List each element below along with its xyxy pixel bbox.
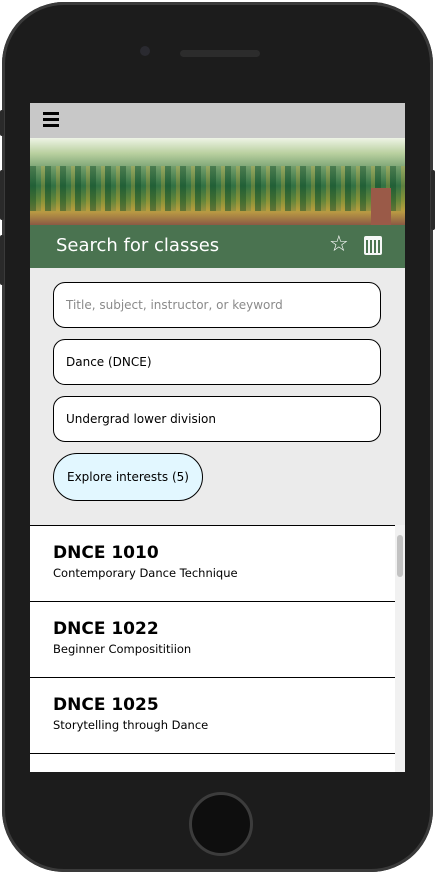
- mute-switch: [0, 110, 4, 136]
- subject-select[interactable]: Dance (DNCE): [53, 339, 381, 385]
- campus-banner-image: [30, 138, 405, 225]
- home-button[interactable]: [189, 792, 253, 856]
- course-title: Contemporary Dance Technique: [53, 566, 238, 580]
- star-icon[interactable]: ☆: [329, 234, 349, 256]
- speaker-grille: [180, 50, 260, 57]
- course-code: DNCE 1025: [53, 695, 159, 715]
- volume-up-button: [0, 170, 4, 220]
- power-button: [431, 170, 435, 230]
- volume-down-button: [0, 235, 4, 285]
- course-code: DNCE 1010: [53, 543, 159, 563]
- course-list: DNCE 1010 Contemporary Dance Technique D…: [30, 525, 395, 772]
- search-filters: Title, subject, instructor, or keyword D…: [30, 268, 405, 525]
- list-item[interactable]: DNCE 1022 Beginner Composititiion: [30, 602, 395, 678]
- explore-interests-button[interactable]: Explore interests (5): [53, 453, 203, 501]
- front-camera: [140, 46, 150, 56]
- course-code: DNCE 1022: [53, 619, 159, 639]
- list-item[interactable]: DNCE 1010 Contemporary Dance Technique: [30, 526, 395, 602]
- course-title: Storytelling through Dance: [53, 718, 209, 732]
- scrollbar-thumb[interactable]: [397, 535, 403, 577]
- search-input[interactable]: Title, subject, instructor, or keyword: [53, 282, 381, 328]
- top-bar: [30, 103, 405, 138]
- building: [371, 188, 391, 225]
- list-item[interactable]: DNCE 1025 Storytelling through Dance: [30, 678, 395, 754]
- course-title: Beginner Composititiion: [53, 642, 192, 656]
- calendar-icon[interactable]: [364, 236, 382, 255]
- hamburger-icon[interactable]: [43, 112, 59, 130]
- level-select[interactable]: Undergrad lower division: [53, 396, 381, 442]
- scrollbar[interactable]: [395, 525, 405, 772]
- page-header: Search for classes ☆: [30, 225, 405, 268]
- app-screen: Search for classes ☆ Title, subject, ins…: [30, 103, 405, 772]
- page-title: Search for classes: [56, 235, 220, 256]
